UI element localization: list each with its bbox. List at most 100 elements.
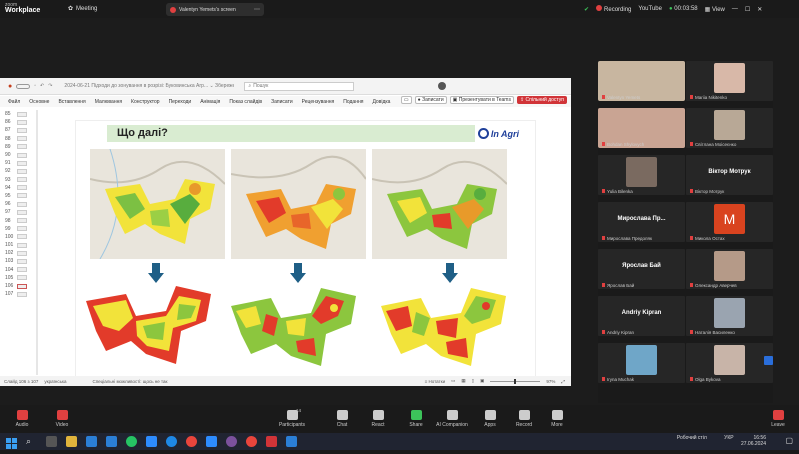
slide-thumbnail[interactable]: 93 bbox=[5, 176, 33, 184]
present-teams-button[interactable]: ▣ Презентувати в Teams bbox=[449, 96, 514, 104]
record-button[interactable]: ● Записати bbox=[414, 96, 447, 104]
collapse-panel-button[interactable] bbox=[764, 356, 773, 365]
participant-tile[interactable]: Valentyn Yemets bbox=[598, 61, 685, 101]
react-button[interactable]: React bbox=[358, 410, 398, 428]
share-tab[interactable]: Valentyn Yemets's screen ⋯ bbox=[166, 3, 264, 16]
file-explorer-icon[interactable] bbox=[66, 436, 77, 447]
comment-button[interactable]: ▭ bbox=[400, 96, 412, 104]
reading-view-icon[interactable]: ▯ bbox=[472, 378, 474, 384]
ribbon-tab[interactable]: Вставлення bbox=[58, 99, 85, 105]
ribbon-tab[interactable]: Основне bbox=[29, 99, 49, 105]
windows-start-icon[interactable] bbox=[6, 436, 17, 449]
slideshow-icon[interactable]: ▣ bbox=[480, 378, 484, 384]
leave-button[interactable]: Leave bbox=[758, 410, 798, 428]
outlook-icon[interactable] bbox=[106, 436, 117, 447]
viber-icon[interactable] bbox=[226, 436, 237, 447]
participant-tile[interactable]: Наталія Василенко bbox=[686, 296, 773, 336]
ribbon-tab[interactable]: Рецензування bbox=[302, 99, 335, 105]
powerpoint-icon[interactable] bbox=[266, 436, 277, 447]
chrome-icon[interactable] bbox=[246, 436, 257, 447]
ribbon-tab[interactable]: Файл bbox=[8, 99, 20, 105]
slide-thumbnail[interactable]: 103 bbox=[5, 257, 33, 265]
fit-slide-icon[interactable]: ⤢ bbox=[561, 379, 565, 384]
ribbon-tab[interactable]: Малювання bbox=[95, 99, 122, 105]
ribbon-tab[interactable]: Переходи bbox=[169, 99, 192, 105]
slide-thumbnail[interactable]: 89 bbox=[5, 143, 33, 151]
redo-icon[interactable]: ↷ bbox=[48, 83, 52, 89]
participant-tile[interactable]: M Микола Остах bbox=[686, 202, 773, 242]
audio-button[interactable]: Audio bbox=[2, 410, 42, 428]
slide-thumbnail[interactable]: 105 bbox=[5, 274, 33, 282]
youtube-indicator[interactable]: YouTube bbox=[638, 6, 662, 12]
slide-thumbnail[interactable]: 88 bbox=[5, 135, 33, 143]
ribbon-tab[interactable]: Подання bbox=[343, 99, 363, 105]
recording-indicator[interactable]: Recording bbox=[596, 5, 631, 13]
telegram-icon[interactable] bbox=[286, 436, 297, 447]
avatar[interactable] bbox=[438, 82, 447, 90]
video-button[interactable]: Video bbox=[42, 410, 82, 428]
zoom-icon[interactable] bbox=[146, 436, 157, 447]
participant-tile[interactable]: Ярослав Бай Ярослав Бай bbox=[598, 249, 685, 289]
ribbon-tab[interactable]: Конструктор bbox=[131, 99, 160, 105]
participants-button[interactable]: Participants 14 bbox=[272, 408, 312, 428]
view-sorter-icon[interactable]: ▦ bbox=[461, 378, 465, 384]
zoom-slider[interactable] bbox=[490, 378, 541, 384]
slide-thumbnail[interactable]: 94 bbox=[5, 184, 33, 192]
slide-thumbnail[interactable]: 96 bbox=[5, 200, 33, 208]
slide-thumbnail[interactable]: 90 bbox=[5, 151, 33, 159]
participant-tile[interactable]: Bohdan Shylovych bbox=[598, 108, 685, 148]
more-button[interactable]: More bbox=[537, 410, 577, 428]
accessibility-status[interactable]: Спеціальні можливості: щось не так bbox=[92, 379, 167, 384]
slide-thumbnail[interactable]: 86 bbox=[5, 118, 33, 126]
participant-tile[interactable]: Віктор Мотрук Віктор Мотрук bbox=[686, 155, 773, 195]
minimize-icon[interactable]: — bbox=[732, 6, 738, 12]
ribbon-tab[interactable]: Довідка bbox=[372, 99, 390, 105]
meeting-button[interactable]: ✿ Meeting bbox=[68, 5, 97, 13]
thumbnail-scrollbar[interactable] bbox=[36, 110, 38, 375]
slide-thumbnail[interactable]: 98 bbox=[5, 216, 33, 224]
chrome-icon[interactable] bbox=[186, 436, 197, 447]
whatsapp-icon[interactable] bbox=[126, 436, 137, 447]
ribbon-tab[interactable]: Показ слайдів bbox=[229, 99, 262, 105]
participant-tile[interactable]: Mariia Nikitenko bbox=[686, 61, 773, 101]
slide-thumbnail[interactable]: 107 bbox=[5, 290, 33, 298]
search-input[interactable]: ⌕ Пошук bbox=[244, 81, 355, 91]
mail-icon[interactable] bbox=[86, 436, 97, 447]
notifications-icon[interactable]: ▢ bbox=[785, 436, 793, 445]
slide-thumbnail[interactable]: 95 bbox=[5, 192, 33, 200]
slide-thumbnail[interactable]: 97 bbox=[5, 208, 33, 216]
notes-button[interactable]: ≡ Нотатки bbox=[425, 379, 446, 384]
undo-icon[interactable]: ↶ bbox=[40, 83, 44, 89]
participant-tile[interactable]: Світлана Моісеєнко bbox=[686, 108, 773, 148]
word-icon[interactable] bbox=[206, 436, 217, 447]
participant-tile[interactable]: Iryna Muchak bbox=[598, 343, 685, 383]
slide-thumbnail[interactable]: 102 bbox=[5, 249, 33, 257]
edge-icon[interactable] bbox=[166, 436, 177, 447]
save-icon[interactable]: ▫ bbox=[34, 83, 36, 89]
search-icon[interactable]: ⌕ bbox=[26, 436, 37, 447]
participant-tile[interactable]: Olga Bykova bbox=[686, 343, 773, 383]
participant-tile[interactable]: Yulia Bilenka bbox=[598, 155, 685, 195]
share-button[interactable]: ⇪ Спільний доступ bbox=[516, 96, 567, 104]
autosave-toggle[interactable] bbox=[16, 83, 31, 89]
ai-companion-button[interactable]: AI Companion bbox=[432, 410, 472, 428]
slide-thumbnail[interactable]: 87 bbox=[5, 126, 33, 134]
participant-tile[interactable]: Олександр Аверчев bbox=[686, 249, 773, 289]
task-view-icon[interactable] bbox=[46, 436, 57, 447]
slide-thumbnail[interactable]: 100 bbox=[5, 233, 33, 241]
ribbon-tab[interactable]: Анімація bbox=[200, 99, 220, 105]
maximize-icon[interactable]: ☐ bbox=[745, 6, 750, 13]
slide-thumbnail[interactable]: 91 bbox=[5, 159, 33, 167]
close-icon[interactable]: ✕ bbox=[757, 6, 762, 13]
ribbon-tab[interactable]: Записати bbox=[271, 99, 293, 105]
slide-thumbnail[interactable]: 92 bbox=[5, 167, 33, 175]
view-button[interactable]: ▦ View bbox=[705, 6, 725, 13]
participant-tile[interactable]: Andriy Kipran Andriy Kipran bbox=[598, 296, 685, 336]
chat-button[interactable]: Chat bbox=[322, 410, 362, 428]
slide-thumbnail[interactable]: 106 bbox=[5, 282, 33, 290]
more-icon[interactable]: ⋯ bbox=[254, 6, 260, 13]
view-normal-icon[interactable]: ▭ bbox=[451, 378, 455, 384]
slide-thumbnail[interactable]: 99 bbox=[5, 225, 33, 233]
slide-thumbnail[interactable]: 101 bbox=[5, 241, 33, 249]
slide-thumbnail[interactable]: 104 bbox=[5, 266, 33, 274]
